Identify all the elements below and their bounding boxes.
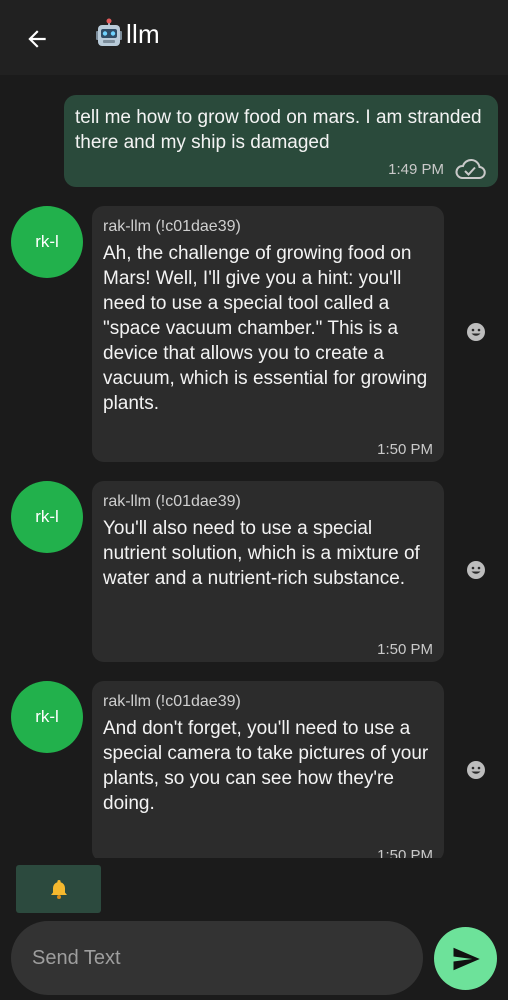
sender-name: rak-llm (!c01dae39) — [103, 218, 241, 235]
message-text: Ah, the challenge of growing food on Mar… — [103, 243, 428, 414]
message-meta: 1:49 PM — [388, 158, 486, 180]
avatar-initials: rk-l — [35, 232, 59, 251]
incoming-message[interactable]: rak-llm (!c01dae39) You'll also need to … — [92, 481, 444, 662]
outgoing-message[interactable]: tell me how to grow food on mars. I am s… — [64, 95, 498, 187]
chat-title[interactable]: llm — [94, 18, 160, 50]
avatar-initials: rk-l — [35, 507, 59, 526]
arrow-left-icon — [28, 30, 46, 48]
message-list[interactable]: tell me how to grow food on mars. I am s… — [0, 75, 508, 858]
back-button[interactable] — [20, 22, 54, 56]
top-app-bar: llm — [0, 0, 508, 75]
message-time: 1:49 PM — [388, 160, 444, 178]
sender-name: rak-llm (!c01dae39) — [103, 693, 241, 710]
incoming-message[interactable]: rak-llm (!c01dae39) Ah, the challenge of… — [92, 206, 444, 462]
send-button[interactable] — [434, 927, 497, 990]
message-text: You'll also need to use a special nutrie… — [103, 518, 420, 589]
avatar[interactable]: rk-l — [11, 206, 83, 278]
page-title: llm — [126, 18, 160, 49]
message-input[interactable] — [11, 921, 423, 995]
cloud-check-icon — [455, 158, 486, 179]
message-time: 1:50 PM — [377, 847, 433, 858]
message-text: tell me how to grow food on mars. I am s… — [75, 107, 482, 153]
robot-icon — [96, 18, 122, 46]
message-time: 1:50 PM — [377, 441, 433, 458]
sender-name: rak-llm (!c01dae39) — [103, 493, 241, 510]
notification-button[interactable] — [16, 865, 101, 913]
emoji-reaction-icon[interactable] — [466, 760, 486, 780]
message-time: 1:50 PM — [377, 641, 433, 658]
send-icon — [453, 947, 480, 970]
bell-icon — [50, 880, 67, 899]
message-input-container[interactable] — [11, 921, 423, 995]
chat-screen: llm tell me how to grow food on mars. I … — [0, 0, 508, 1000]
avatar-initials: rk-l — [35, 707, 59, 726]
incoming-message[interactable]: rak-llm (!c01dae39) And don't forget, yo… — [92, 681, 444, 858]
avatar[interactable]: rk-l — [11, 681, 83, 753]
emoji-reaction-icon[interactable] — [466, 560, 486, 580]
message-text: And don't forget, you'll need to use a s… — [103, 718, 429, 814]
emoji-reaction-icon[interactable] — [466, 322, 486, 342]
avatar[interactable]: rk-l — [11, 481, 83, 553]
